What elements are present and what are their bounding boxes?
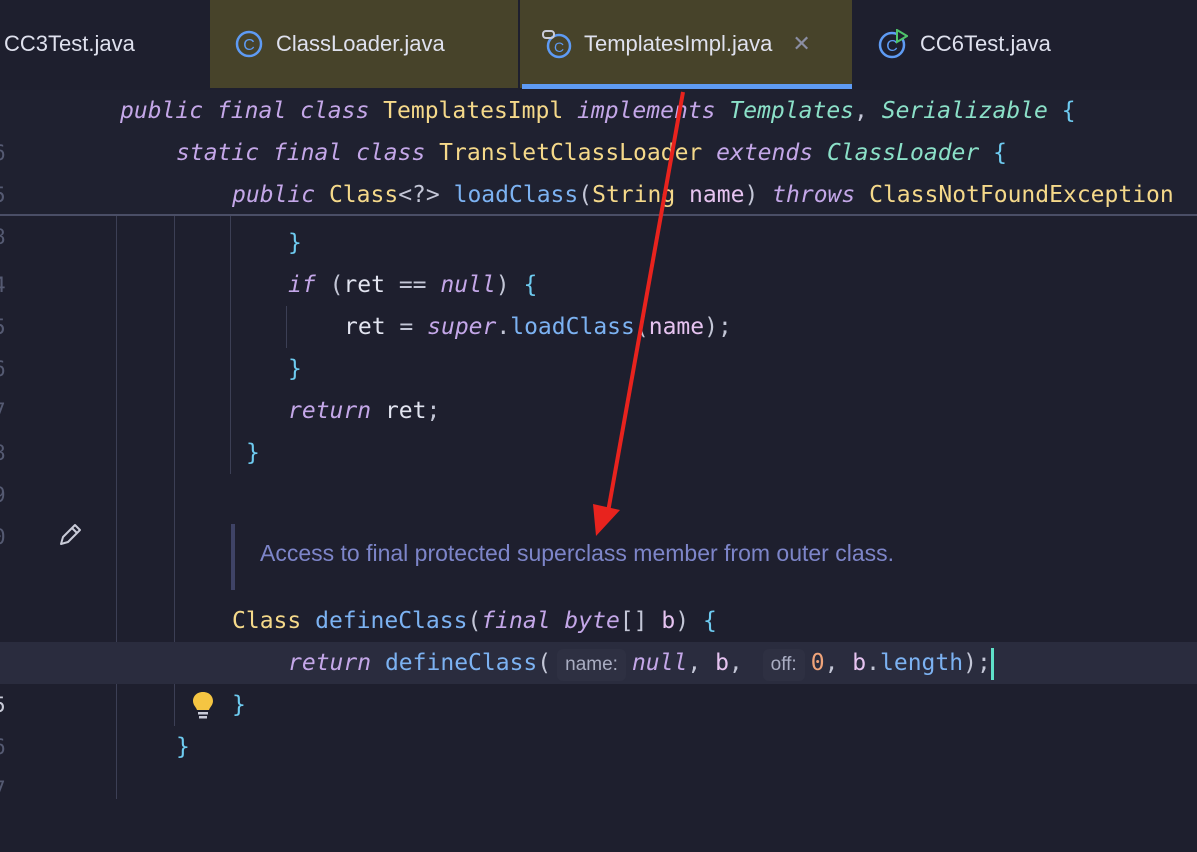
svg-text:C: C	[554, 39, 564, 55]
editor-tab-bar: CC3Test.java C ClassLoader.java C Templa…	[0, 0, 1197, 90]
active-tab-indicator	[522, 84, 852, 89]
code-line[interactable]: 4 Class defineClass(final byte[] b) {	[0, 600, 1197, 675]
class-icon: C	[234, 29, 264, 59]
tab-label: CC6Test.java	[920, 31, 1051, 56]
code-text: ret = super.loadClass(name);	[344, 314, 732, 340]
line-number: 0	[0, 516, 13, 558]
param-hint-name: name:	[557, 649, 626, 681]
close-icon[interactable]: ✕	[792, 31, 810, 57]
code-text: }	[176, 734, 190, 760]
code-text: Class defineClass(final byte[] b) {	[232, 608, 717, 634]
doc-comment-bar	[231, 524, 235, 590]
code-line[interactable]: 6 ret = super.loadClass(name);	[0, 306, 1197, 381]
sticky-line[interactable]: 8 public Class<?> loadClass(String name)…	[0, 174, 1197, 249]
tab-label: TemplatesImpl.java	[584, 31, 773, 56]
class-run-icon: C	[878, 28, 909, 59]
doc-comment-text: Access to final protected superclass mem…	[260, 540, 895, 566]
tab-label: CC3Test.java	[4, 31, 135, 56]
param-hint-off: off:	[762, 649, 805, 681]
tab-classloader[interactable]: C ClassLoader.java	[210, 0, 518, 88]
code-text: }	[232, 692, 246, 718]
code-text: }	[288, 356, 302, 382]
sticky-scroll-header[interactable]: 6 public final class TemplatesImpl imple…	[0, 90, 1197, 249]
code-line[interactable]: 6 }	[0, 684, 1197, 759]
tab-label: ClassLoader.java	[276, 31, 445, 56]
tab-cc3test[interactable]: CC3Test.java	[0, 0, 208, 88]
code-line[interactable]: 7 }	[0, 348, 1197, 423]
sticky-line[interactable]: 6 public final class TemplatesImpl imple…	[0, 90, 1197, 165]
code-text: }	[288, 230, 302, 256]
code-text: public Class<?> loadClass(String name) t…	[232, 182, 1174, 208]
code-text: }	[246, 440, 260, 466]
edit-pencil-icon[interactable]	[56, 520, 84, 554]
tab-cc6test[interactable]: C CC6Test.java	[856, 0, 1106, 88]
svg-text:C: C	[243, 37, 255, 54]
code-line[interactable]: 0	[0, 474, 1197, 549]
tab-templatesimpl[interactable]: C TemplatesImpl.java ✕	[520, 0, 852, 88]
sticky-separator	[0, 214, 1197, 216]
current-code-line[interactable]: 5 return defineClass(name:null, b, off:0…	[0, 642, 1197, 719]
text-caret	[990, 647, 994, 680]
code-text: public final class TemplatesImpl impleme…	[120, 98, 1076, 124]
code-line[interactable]: 8 return ret;	[0, 390, 1197, 465]
code-text: return ret;	[288, 398, 441, 424]
code-line[interactable]: 5 if (ret == null) {	[0, 264, 1197, 339]
code-text: if (ret == null) {	[288, 272, 538, 298]
code-text: return defineClass(name: null, b, off: 0, …	[288, 642, 994, 684]
sticky-line[interactable]: 5 static final class TransletClassLoader…	[0, 132, 1197, 207]
code-line[interactable]: 4 }	[0, 222, 1197, 297]
code-line[interactable]: 9 }	[0, 432, 1197, 507]
code-text: static final class TransletClassLoader e…	[176, 140, 1007, 166]
class-locked-icon: C	[542, 29, 572, 59]
line-number: 7	[0, 768, 13, 810]
code-line[interactable]: 7 }	[0, 726, 1197, 801]
